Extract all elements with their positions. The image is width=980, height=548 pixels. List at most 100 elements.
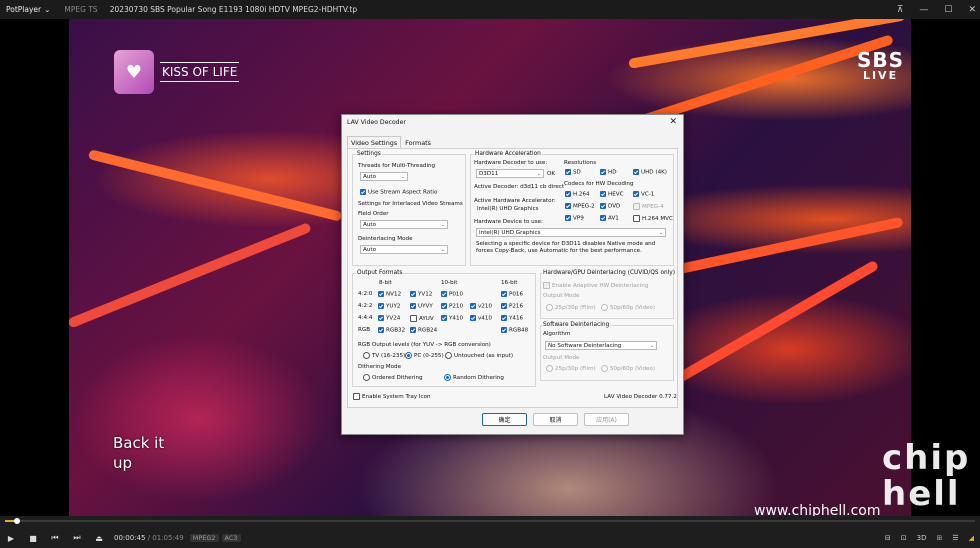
previous-icon[interactable]: ⏮ [44,533,66,543]
fmt-v410-checkbox[interactable]: v410 [470,315,492,322]
radio-label: 25p/30p (Film) [555,366,596,372]
fmt-rgb32-checkbox[interactable]: RGB32 [378,327,405,334]
checkbox-label: H.264 MVC [642,216,673,222]
fmt-yv24-checkbox[interactable]: YV24 [378,315,400,322]
threads-select[interactable]: Auto ⌄ [360,172,408,181]
title-bar: PotPlayer ⌄ MPEG TS 20230730 SBS Popular … [0,0,980,19]
radio-label: Untouched (as input) [454,353,514,359]
res-hd-checkbox[interactable]: HD [600,169,617,176]
ok-button[interactable]: 确定 [482,413,527,426]
hw-decoder-select[interactable]: D3D11 ⌄ [476,169,544,178]
codec-vp9-checkbox[interactable]: VP9 [565,215,584,222]
system-tray-checkbox[interactable]: Enable System Tray Icon [353,393,431,400]
chevron-down-icon: ⌄ [44,5,51,14]
pin-icon[interactable]: ⊼ [897,5,904,15]
checkbox-label: YV12 [418,291,433,298]
checkbox-label: v410 [478,315,492,322]
codec-av1-checkbox[interactable]: AV1 [600,215,619,222]
panel-icon[interactable]: ⊟ [885,534,891,542]
fmt-p216-checkbox[interactable]: P216 [501,303,523,310]
checkbox-label: YV24 [386,315,401,322]
active-accel-label: Active Hardware Accelerator: [474,198,556,204]
radio-label: 50p/60p (Video) [610,305,656,311]
close-icon[interactable]: ✕ [968,5,976,15]
3d-button[interactable]: 3D [917,534,927,542]
fmt-v210-checkbox[interactable]: v210 [470,303,492,310]
hw-device-select[interactable]: Intel(R) UHD Graphics ⌄ [476,228,666,237]
checkbox-icon [633,169,639,175]
codec-mpeg4-checkbox[interactable]: MPEG-4 [633,203,664,210]
hw-video-radio[interactable]: 50p/60p (Video) [601,304,655,311]
chevron-down-icon: ⌄ [658,230,663,236]
lyrics-subtitle: Back it up [113,433,164,473]
field-order-select[interactable]: Auto ⌄ [360,220,448,229]
checkbox-label: VP9 [573,215,584,222]
deint-mode-select[interactable]: Auto ⌄ [360,245,448,254]
threads-label: Threads for Multi-Threading [358,163,436,169]
fmt-yuy2-checkbox[interactable]: YUY2 [378,303,401,310]
stream-aspect-checkbox[interactable]: Use Stream Aspect Ratio [360,189,437,196]
stop-icon[interactable]: ■ [22,534,44,543]
play-icon[interactable]: ▶ [0,534,22,543]
fmt-y410-checkbox[interactable]: Y410 [441,315,463,322]
codec-vc1-checkbox[interactable]: VC-1 [633,191,654,198]
checkbox-label: P016 [509,291,524,298]
volume-icon[interactable]: ◢ [969,534,974,542]
capture-icon[interactable]: ⊡ [901,534,907,542]
dither-random-radio[interactable]: Random Dithering [444,374,504,381]
adaptive-hw-deint-checkbox[interactable]: Enable Adaptive HW Deinterlacing [543,282,648,289]
checkbox-icon [600,169,606,175]
active-accel-value: Intel(R) UHD Graphics [477,206,539,212]
checkbox-label: P216 [509,303,524,310]
checkbox-icon [378,291,384,297]
fmt-nv12-checkbox[interactable]: NV12 [378,291,401,298]
checkbox-label: Enable Adaptive HW Deinterlacing [552,283,649,289]
app-menu-button[interactable]: PotPlayer ⌄ [0,5,56,14]
minimize-icon[interactable]: — [919,5,928,15]
subtitle-icon[interactable]: ⊞ [936,534,942,542]
level-untouched-radio[interactable]: Untouched (as input) [445,352,513,359]
seek-thumb[interactable] [13,518,20,524]
cancel-button[interactable]: 取消 [533,413,578,426]
dither-ordered-radio[interactable]: Ordered Dithering [363,374,423,381]
close-icon[interactable]: ✕ [669,117,677,127]
codec-hevc-checkbox[interactable]: HEVC [600,191,623,198]
playlist-button[interactable]: ☰ [952,534,958,542]
codec-dvd-checkbox[interactable]: DVD [600,203,620,210]
maximize-icon[interactable]: ☐ [944,5,952,15]
level-tv-radio[interactable]: TV (16-235) [363,352,405,359]
checkbox-label: Use Stream Aspect Ratio [368,189,438,196]
res-sd-checkbox[interactable]: SD [565,169,581,176]
hw-device-label: Hardware Device to use: [474,219,543,225]
fmt-rgb48-checkbox[interactable]: RGB48 [501,327,528,334]
next-icon[interactable]: ⏭ [66,533,88,543]
fmt-rgb24-checkbox[interactable]: RGB24 [410,327,437,334]
interlaced-label: Settings for Interlaced Video Streams [358,201,463,207]
fmt-p210-checkbox[interactable]: P210 [441,303,463,310]
sw-film-radio[interactable]: 25p/30p (Film) [546,365,596,372]
algorithm-select[interactable]: No Software Deinterlacing ⌄ [545,341,657,350]
apply-button[interactable]: 应用(A) [584,413,629,426]
res-uhd-checkbox[interactable]: UHD (4K) [633,169,667,176]
codec-h264-checkbox[interactable]: H.264 [565,191,590,198]
fmt-p016-checkbox[interactable]: P016 [501,291,523,298]
sw-video-radio[interactable]: 50p/60p (Video) [601,365,655,372]
codec-h264mvc-checkbox[interactable]: H.264 MVC [633,215,673,222]
eject-icon[interactable]: ⏏ [88,534,110,543]
level-pc-radio[interactable]: PC (0-255) [405,352,444,359]
checkbox-icon [378,315,384,321]
checkbox-icon [565,191,571,197]
sw-output-mode-label: Output Mode [543,355,580,361]
fmt-yv12-checkbox[interactable]: YV12 [410,291,432,298]
fmt-ayuv-checkbox[interactable]: AYUV [410,315,434,322]
fmt-p010-checkbox[interactable]: P010 [441,291,463,298]
fmt-y416-checkbox[interactable]: Y416 [501,315,523,322]
current-time: 00:00:45 [114,534,146,542]
hw-film-radio[interactable]: 25p/30p (Film) [546,304,596,311]
seek-bar[interactable] [5,518,975,524]
radio-icon [405,352,412,359]
fmt-uyvy-checkbox[interactable]: UYVY [410,303,433,310]
codec-mpeg2-checkbox[interactable]: MPEG-2 [565,203,595,210]
checkbox-icon [565,169,571,175]
checkbox-icon [441,291,447,297]
